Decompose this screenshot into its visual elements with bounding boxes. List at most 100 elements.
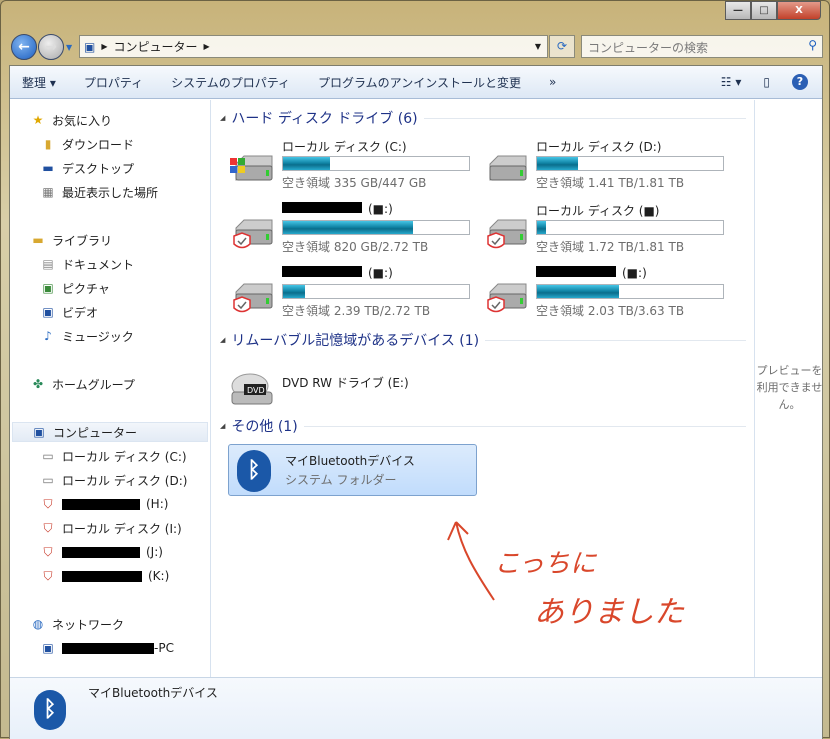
sidebar-drive-k[interactable]: ⛉ (K:) bbox=[40, 566, 169, 586]
properties-button[interactable]: プロパティ bbox=[84, 74, 143, 91]
sidebar-drive-h[interactable]: ⛉ (H:) bbox=[40, 494, 168, 514]
sidebar-item-label: ビデオ bbox=[62, 305, 99, 320]
drive-item[interactable]: ローカル ディスク (C:) 空き領域 335 GB/447 GB bbox=[228, 138, 473, 196]
protected-drive-icon: ⛉ bbox=[43, 496, 53, 511]
address-dropdown-icon[interactable]: ▼ bbox=[535, 42, 541, 51]
sidebar-item-label: 最近表示した場所 bbox=[62, 185, 159, 200]
protected-drive-icon bbox=[228, 278, 276, 314]
refresh-button[interactable]: ⟳ bbox=[549, 35, 575, 58]
dvd-drive[interactable]: DVD DVD RW ドライブ (E:) bbox=[228, 358, 473, 416]
collapse-icon[interactable]: ◢ bbox=[220, 114, 225, 122]
sidebar-item-label: コンピューター bbox=[53, 425, 138, 440]
redaction bbox=[62, 570, 142, 582]
item-name: マイBluetoothデバイス bbox=[285, 454, 415, 468]
forward-button[interactable]: → bbox=[38, 34, 64, 60]
drive-free-space: 空き領域 2.39 TB/2.72 TB bbox=[282, 304, 431, 318]
collapse-icon[interactable]: ◢ bbox=[220, 336, 225, 344]
sidebar-item-downloads[interactable]: ▮ ダウンロード bbox=[40, 134, 134, 154]
sidebar-item-homegroup[interactable]: ✤ ホームグループ bbox=[30, 374, 135, 394]
sidebar-item-label: ローカル ディスク (C:) bbox=[62, 449, 187, 464]
preview-pane-icon[interactable]: ▯ bbox=[763, 75, 770, 89]
drive-name: ローカル ディスク (D:) bbox=[536, 140, 662, 154]
view-options-icon[interactable]: ☷ ▾ bbox=[721, 75, 742, 89]
document-icon: ▤ bbox=[42, 257, 54, 271]
sidebar-item-label: ローカル ディスク (D:) bbox=[62, 473, 188, 488]
star-icon: ★ bbox=[32, 113, 44, 127]
minimize-button[interactable]: — bbox=[725, 1, 751, 20]
command-bar: 整理 ▾ プロパティ システムのプロパティ プログラムのアンインストールと変更 … bbox=[10, 66, 822, 99]
annotation-line-2: ありました bbox=[534, 595, 685, 630]
sidebar-item-music[interactable]: ♪ ミュージック bbox=[40, 326, 134, 346]
sidebar-item-label: デスクトップ bbox=[62, 161, 135, 176]
sidebar-drive-d[interactable]: ▭ ローカル ディスク (D:) bbox=[40, 470, 187, 490]
content-pane: ◢ ハード ディスク ドライブ (6) ローカル ディスク (C:) 空き領域 3… bbox=[212, 100, 753, 677]
address-bar[interactable]: ▣ ▶ コンピューター ▶ ▼ bbox=[79, 35, 548, 58]
drive-usage-bar bbox=[282, 220, 470, 235]
drive-usage-bar bbox=[536, 220, 724, 235]
computer-icon: ▣ bbox=[42, 641, 54, 655]
group-header-hdd[interactable]: ◢ ハード ディスク ドライブ (6) bbox=[220, 108, 746, 128]
sidebar-network-pc[interactable]: ▣ -PC bbox=[40, 638, 174, 658]
search-icon[interactable]: ⚲ bbox=[808, 38, 817, 52]
drive-item[interactable]: (■:) 空き領域 820 GB/2.72 TB bbox=[228, 202, 473, 260]
breadcrumb-computer[interactable]: コンピューター bbox=[114, 38, 198, 55]
handwritten-annotation: こっちに ありました bbox=[447, 521, 685, 630]
uninstall-button[interactable]: プログラムのアンインストールと変更 bbox=[318, 74, 521, 91]
sidebar-item-label: ダウンロード bbox=[62, 137, 135, 152]
search-placeholder: コンピューターの検索 bbox=[588, 41, 709, 55]
sidebar-drive-i[interactable]: ⛉ ローカル ディスク (I:) bbox=[40, 518, 181, 538]
sidebar-item-label: ホームグループ bbox=[52, 377, 135, 392]
drive-free-space: 空き領域 1.41 TB/1.81 TB bbox=[536, 176, 685, 190]
drive-name: (■:) bbox=[282, 266, 393, 280]
bluetooth-devices-item[interactable]: ᛒ マイBluetoothデバイス システム フォルダー bbox=[228, 444, 477, 496]
sidebar-item-computer[interactable]: ▣ コンピューター bbox=[12, 422, 208, 442]
system-properties-button[interactable]: システムのプロパティ bbox=[171, 74, 290, 91]
drive-item[interactable]: ローカル ディスク (D:) 空き領域 1.41 TB/1.81 TB bbox=[482, 138, 727, 196]
sidebar-item-label: ピクチャ bbox=[62, 281, 110, 296]
sidebar-item-label: (J:) bbox=[146, 545, 163, 559]
sidebar-item-recent[interactable]: ▦ 最近表示した場所 bbox=[40, 182, 158, 202]
sidebar-item-network[interactable]: ◍ ネットワーク bbox=[30, 614, 124, 634]
sidebar-drive-j[interactable]: ⛉ (J:) bbox=[40, 542, 163, 562]
sidebar-item-documents[interactable]: ▤ ドキュメント bbox=[40, 254, 134, 274]
help-icon[interactable]: ? bbox=[792, 74, 808, 90]
search-input[interactable]: コンピューターの検索 ⚲ bbox=[581, 35, 823, 58]
drive-item[interactable]: (■:) 空き領域 2.03 TB/3.63 TB bbox=[482, 266, 727, 324]
group-header-other[interactable]: ◢ その他 (1) bbox=[220, 416, 746, 436]
item-type: システム フォルダー bbox=[285, 473, 397, 487]
maximize-button[interactable]: □ bbox=[751, 1, 777, 20]
drive-name: (■:) bbox=[536, 266, 647, 280]
drive-item[interactable]: (■:) 空き領域 2.39 TB/2.72 TB bbox=[228, 266, 473, 324]
sidebar-drive-c[interactable]: ▭ ローカル ディスク (C:) bbox=[40, 446, 187, 466]
group-title: ハード ディスク ドライブ (6) bbox=[231, 111, 418, 127]
protected-drive-icon bbox=[482, 278, 530, 314]
recent-pages-dropdown-icon[interactable]: ▼ bbox=[66, 43, 72, 52]
library-icon: ▬ bbox=[32, 233, 44, 247]
redaction bbox=[62, 642, 154, 654]
sidebar-item-label: ミュージック bbox=[62, 329, 134, 344]
breadcrumb-arrow-icon[interactable]: ▶ bbox=[101, 42, 107, 51]
sidebar-item-pictures[interactable]: ▣ ピクチャ bbox=[40, 278, 110, 298]
details-pane: ᛒ マイBluetoothデバイス bbox=[10, 677, 822, 739]
sidebar-item-favorites[interactable]: ★ お気に入り bbox=[30, 110, 112, 130]
drive-item[interactable]: ローカル ディスク (■) 空き領域 1.72 TB/1.81 TB bbox=[482, 202, 727, 260]
close-button[interactable]: X bbox=[777, 1, 821, 20]
sidebar-item-desktop[interactable]: ▬ デスクトップ bbox=[40, 158, 134, 178]
sidebar-item-label: ネットワーク bbox=[52, 617, 125, 632]
desktop-icon: ▬ bbox=[42, 161, 54, 175]
organize-button[interactable]: 整理 ▾ bbox=[22, 74, 56, 91]
sidebar-item-libraries[interactable]: ▬ ライブラリ bbox=[30, 230, 112, 250]
bluetooth-icon: ᛒ bbox=[34, 690, 66, 730]
back-button[interactable]: ← bbox=[11, 34, 37, 60]
more-button[interactable]: » bbox=[549, 75, 556, 89]
protected-drive-icon: ⛉ bbox=[43, 520, 53, 535]
collapse-icon[interactable]: ◢ bbox=[220, 422, 225, 430]
arrow-icon bbox=[447, 521, 495, 601]
group-header-removable[interactable]: ◢ リムーバブル記憶域があるデバイス (1) bbox=[220, 330, 746, 350]
breadcrumb-arrow-icon[interactable]: ▶ bbox=[204, 42, 210, 51]
sidebar-item-videos[interactable]: ▣ ビデオ bbox=[40, 302, 98, 322]
system-drive-icon: ▭ bbox=[42, 449, 54, 463]
picture-icon: ▣ bbox=[42, 281, 54, 295]
window-frame: — □ X ← → ▼ ▣ ▶ コンピューター ▶ ▼ ⟳ コンピューターの検索… bbox=[0, 0, 830, 739]
drive-free-space: 空き領域 2.03 TB/3.63 TB bbox=[536, 304, 685, 318]
